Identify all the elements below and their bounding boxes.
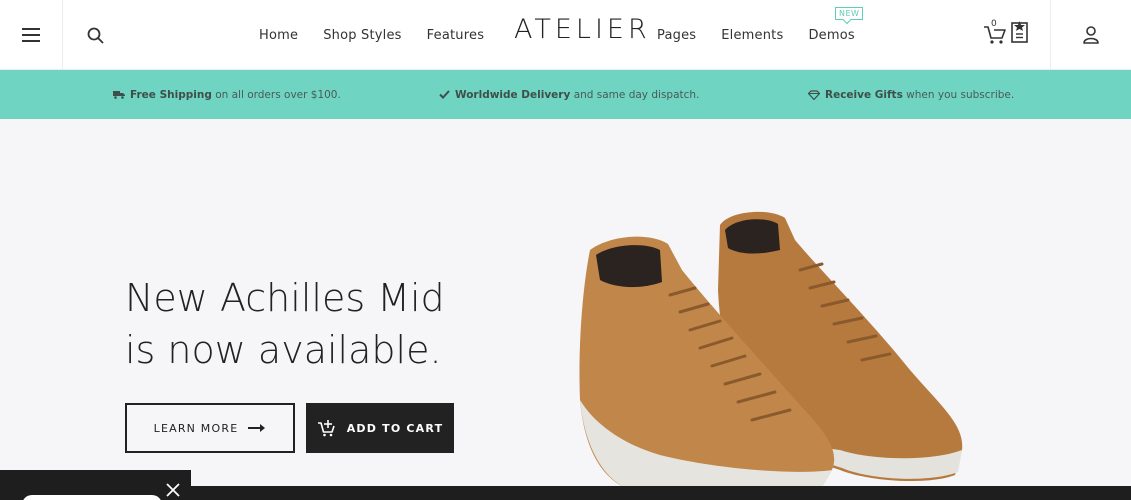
menu-icon bbox=[22, 28, 40, 42]
nav-pages[interactable]: Pages bbox=[657, 28, 696, 43]
arrow-right-icon bbox=[248, 424, 266, 432]
cart-add-icon bbox=[317, 420, 335, 437]
menu-button[interactable] bbox=[0, 0, 63, 70]
new-badge: NEW bbox=[835, 7, 864, 20]
info-worldwide-delivery: Worldwide Delivery and same day dispatch… bbox=[439, 70, 699, 119]
info-text: when you subscribe. bbox=[906, 88, 1015, 101]
add-to-cart-button[interactable]: ADD TO CART bbox=[306, 403, 454, 453]
account-icon bbox=[1083, 26, 1099, 44]
add-to-cart-label: ADD TO CART bbox=[346, 421, 444, 435]
wishlist-icon[interactable] bbox=[1010, 19, 1030, 45]
info-bold: Free Shipping bbox=[130, 88, 212, 101]
cart-count: 0 bbox=[991, 19, 997, 29]
search-icon bbox=[87, 27, 104, 44]
site-header: Home Shop Styles Features ATELIER Pages … bbox=[0, 0, 1131, 70]
popup-pill[interactable] bbox=[22, 495, 162, 500]
info-bold: Worldwide Delivery bbox=[455, 88, 571, 101]
info-text: on all orders over $100. bbox=[215, 88, 341, 101]
info-receive-gifts: Receive Gifts when you subscribe. bbox=[808, 70, 1014, 119]
nav-home[interactable]: Home bbox=[259, 28, 298, 43]
headline-line-2: is now available. bbox=[125, 328, 442, 372]
nav-shop-styles[interactable]: Shop Styles bbox=[323, 28, 401, 43]
learn-more-label: LEARN MORE bbox=[153, 421, 239, 435]
check-icon bbox=[439, 90, 450, 99]
diamond-icon bbox=[808, 89, 820, 100]
nav-features[interactable]: Features bbox=[427, 28, 485, 43]
site-logo[interactable]: ATELIER bbox=[514, 14, 651, 45]
close-icon[interactable] bbox=[165, 482, 181, 498]
nav-elements[interactable]: Elements bbox=[721, 28, 783, 43]
info-text: and same day dispatch. bbox=[573, 88, 700, 101]
nav-left: Home Shop Styles Features bbox=[259, 0, 484, 70]
info-bold: Receive Gifts bbox=[825, 88, 903, 101]
learn-more-button[interactable]: LEARN MORE bbox=[125, 403, 295, 453]
info-bar: Free Shipping on all orders over $100. W… bbox=[0, 70, 1131, 119]
nav-demos[interactable]: Demos bbox=[808, 28, 854, 43]
account-button[interactable] bbox=[1050, 0, 1131, 70]
info-free-shipping: Free Shipping on all orders over $100. bbox=[113, 70, 341, 119]
search-button[interactable] bbox=[63, 0, 127, 70]
bottom-dark-strip bbox=[191, 486, 1131, 500]
product-image-sneakers bbox=[579, 211, 963, 490]
nav-right: Pages Elements Demos bbox=[657, 0, 855, 70]
hero-headline: New Achilles Mid is now available. bbox=[125, 272, 445, 376]
truck-icon bbox=[113, 91, 125, 99]
headline-line-1: New Achilles Mid bbox=[125, 276, 445, 320]
